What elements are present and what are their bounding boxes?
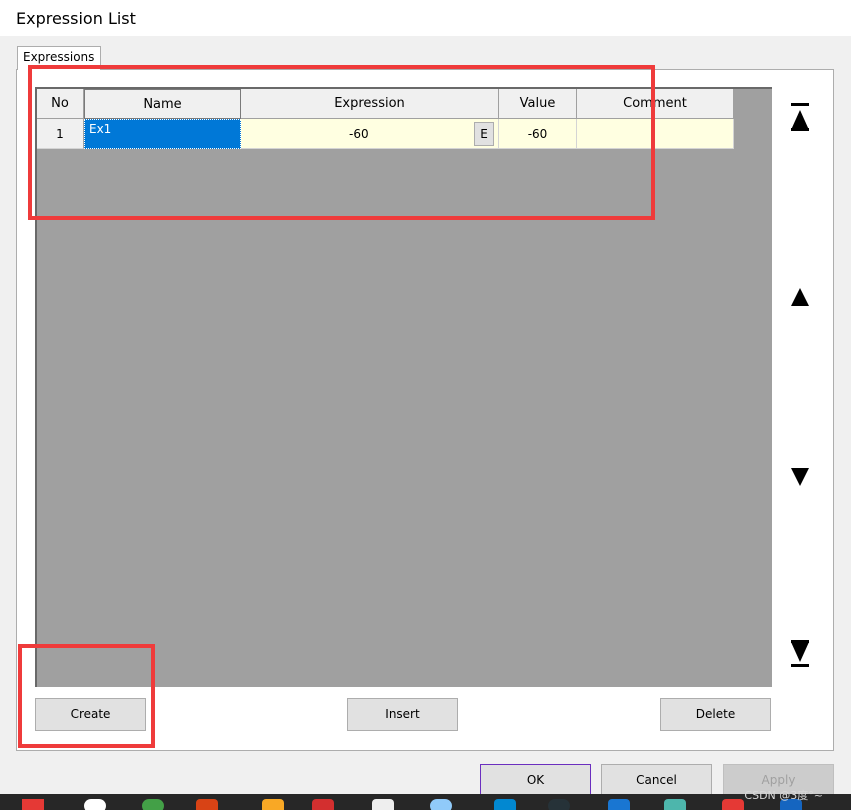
tab-label: Expressions — [23, 50, 95, 64]
move-down-icon[interactable] — [789, 462, 811, 494]
name-cell-text: Ex1 — [89, 122, 112, 136]
column-header-comment[interactable]: Comment — [577, 89, 734, 119]
create-button[interactable]: Create — [35, 698, 146, 731]
app-green-icon[interactable] — [142, 799, 164, 810]
app-flame-icon[interactable] — [262, 799, 284, 810]
row-number-cell[interactable]: 1 — [37, 119, 84, 149]
app-x-icon[interactable] — [22, 799, 44, 810]
column-header-value[interactable]: Value — [499, 89, 577, 119]
app-teal-icon[interactable] — [664, 799, 686, 810]
value-cell[interactable]: -60 — [499, 119, 577, 149]
app-office-icon[interactable] — [196, 799, 218, 810]
app-chat-icon[interactable] — [84, 799, 106, 810]
watermark-text: CSDN @3度°~ — [744, 789, 823, 802]
name-cell[interactable]: Ex1 — [84, 119, 241, 149]
app-browser-icon[interactable] — [430, 799, 452, 810]
ok-button[interactable]: OK — [480, 764, 591, 797]
expression-cell-text: -60 — [349, 127, 369, 141]
app-blue-icon[interactable] — [494, 799, 516, 810]
expression-cell[interactable]: -60 E — [241, 119, 499, 149]
app-red-icon[interactable] — [312, 799, 334, 810]
move-first-icon[interactable] — [789, 102, 811, 134]
window-title: Expression List — [16, 9, 136, 28]
move-last-icon[interactable] — [789, 638, 811, 670]
column-header-expression[interactable]: Expression — [241, 89, 499, 119]
expression-editor-button[interactable]: E — [474, 122, 494, 146]
delete-button[interactable]: Delete — [660, 698, 771, 731]
tab-expressions[interactable]: Expressions — [17, 46, 101, 70]
move-up-icon[interactable] — [789, 284, 811, 316]
app-dark-icon[interactable] — [548, 799, 570, 810]
comment-cell[interactable] — [577, 119, 734, 149]
column-header-name[interactable]: Name — [84, 89, 241, 119]
cancel-button[interactable]: Cancel — [601, 764, 712, 797]
column-header-no[interactable]: No — [37, 89, 84, 119]
insert-button[interactable]: Insert — [347, 698, 458, 731]
taskbar — [0, 794, 851, 810]
app-vscode-icon[interactable] — [608, 799, 630, 810]
app-notes-icon[interactable] — [372, 799, 394, 810]
app-red2-icon[interactable] — [722, 799, 744, 810]
expression-grid[interactable]: No Name Expression Value Comment 1 Ex1 -… — [35, 87, 772, 687]
